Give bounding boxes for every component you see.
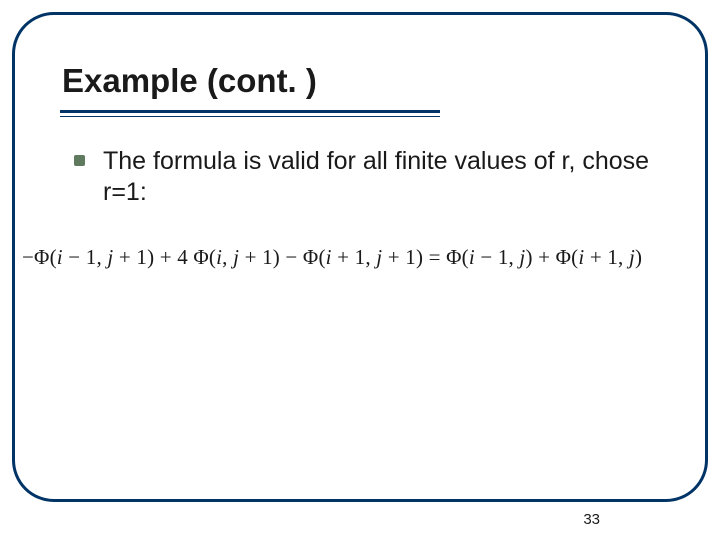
page-number: 33 bbox=[583, 511, 600, 528]
title-underline-thick bbox=[60, 110, 440, 113]
bullet-item: The formula is valid for all finite valu… bbox=[74, 146, 660, 209]
bullet-icon bbox=[74, 155, 85, 166]
bullet-text: The formula is valid for all finite valu… bbox=[103, 146, 660, 209]
title-underline-thin bbox=[60, 116, 440, 117]
slide-title: Example (cont. ) bbox=[62, 62, 317, 100]
equation-text: −Φ(i − 1, j + 1) + 4 Φ(i, j + 1) − Φ(i +… bbox=[22, 245, 698, 270]
